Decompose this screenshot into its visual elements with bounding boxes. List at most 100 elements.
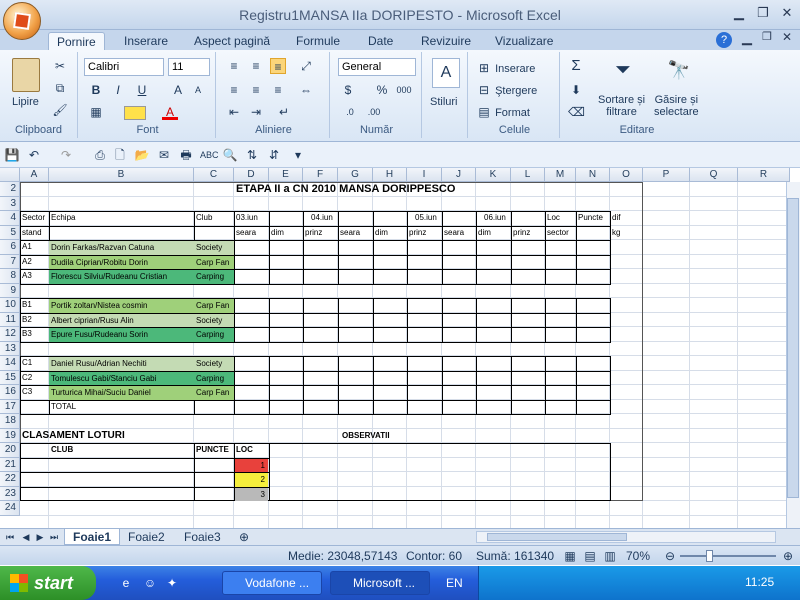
row-header[interactable]: 9	[0, 283, 20, 298]
close-button[interactable]: ✕	[776, 4, 798, 22]
align-top-icon[interactable]: ≡	[226, 58, 242, 74]
row-header[interactable]: 17	[0, 399, 20, 414]
clock[interactable]: 11:25	[745, 575, 774, 589]
tab-vizualizare[interactable]: Vizualizare	[487, 32, 561, 50]
loc-cell[interactable]: 2	[235, 473, 268, 487]
sheet-tab-foaie2[interactable]: Foaie2	[120, 529, 173, 545]
font-color-icon[interactable]: A	[162, 104, 178, 120]
align-bottom-icon[interactable]: ≡	[270, 58, 286, 74]
column-header[interactable]: B	[49, 168, 194, 182]
cut-icon[interactable]: ✂	[52, 58, 68, 74]
row-header[interactable]: 3	[0, 196, 20, 211]
fill-icon[interactable]: ⬇	[568, 82, 584, 98]
copy-icon[interactable]: ⧉	[52, 80, 68, 96]
spelling-icon[interactable]: ABC	[200, 147, 219, 163]
orientation-icon[interactable]: ⤢	[298, 58, 314, 74]
team-cell[interactable]: Florescu Silviu/Rudeanu Cristian	[49, 270, 194, 284]
sheet-tab-foaie1[interactable]: Foaie1	[64, 529, 121, 545]
ie-icon[interactable]: e	[118, 575, 134, 591]
team-cell[interactable]: Dorin Farkas/Razvan Catuna	[49, 241, 194, 255]
office-button[interactable]	[3, 2, 41, 40]
clear-icon[interactable]: ⌫	[568, 104, 585, 120]
team-cell[interactable]: Epure Fusu/Rudeanu Sorin	[49, 328, 194, 342]
column-header[interactable]: R	[738, 168, 790, 182]
bold-icon[interactable]: B	[88, 82, 104, 98]
spreadsheet-grid[interactable]: A B C D E F G H I J K L M N O P Q R 2 3 4 5 6 7 8 9 10 11 12 13 14 15 16…	[0, 168, 800, 528]
styles-button[interactable]: Stiluri	[430, 96, 458, 108]
task-excel[interactable]: Microsoft ...	[330, 571, 430, 595]
maximize-button[interactable]: ❐	[752, 4, 774, 22]
sector-cell[interactable]: C1	[20, 356, 49, 371]
club-cell[interactable]: Carping	[194, 270, 234, 284]
delete-cells-button[interactable]: ⊟ Ştergere	[476, 82, 537, 98]
row-header[interactable]: 6	[0, 240, 20, 255]
team-cell[interactable]: Dudila Ciprian/Robitu Dorin	[49, 255, 194, 269]
autosum-icon[interactable]: Σ	[568, 58, 584, 74]
column-header[interactable]: I	[407, 168, 442, 182]
row-header[interactable]: 18	[0, 414, 20, 429]
underline-icon[interactable]: U	[134, 82, 150, 98]
zoom-level[interactable]: 70%	[626, 549, 650, 563]
row-header[interactable]: 14	[0, 356, 20, 371]
row-header[interactable]: 12	[0, 327, 20, 342]
align-left-icon[interactable]: ≡	[226, 82, 242, 98]
language-indicator[interactable]: EN	[446, 576, 463, 590]
horizontal-scrollbar[interactable]	[476, 531, 776, 543]
tab-date[interactable]: Date	[360, 32, 401, 50]
insert-sheet-icon[interactable]: ⊕	[236, 529, 252, 545]
print-preview-icon[interactable]: ⎙	[92, 147, 108, 163]
sector-cell[interactable]: C3	[20, 385, 49, 400]
row-header[interactable]: 13	[0, 341, 20, 356]
align-center-icon[interactable]: ≡	[248, 82, 264, 98]
row-header[interactable]: 21	[0, 457, 20, 472]
zoom-preview-icon[interactable]: 🔍	[222, 147, 238, 163]
grow-font-icon[interactable]: A	[170, 82, 186, 98]
column-header[interactable]: J	[442, 168, 476, 182]
percent-icon[interactable]: %	[374, 82, 390, 98]
italic-icon[interactable]: I	[110, 82, 126, 98]
undo-icon[interactable]: ↶	[26, 147, 42, 163]
team-cell[interactable]: Albert ciprian/Rusu Alin	[49, 313, 194, 327]
select-all-corner[interactable]	[0, 168, 20, 182]
quicklaunch-icon[interactable]: ✦	[164, 575, 180, 591]
loc-cell[interactable]: 3	[235, 487, 268, 501]
sort-filter-icon[interactable]: ⏷	[610, 60, 636, 88]
borders-icon[interactable]: ▦	[88, 104, 104, 120]
vertical-scroll-thumb[interactable]	[787, 198, 799, 498]
sector-cell[interactable]: B3	[20, 327, 49, 342]
column-header[interactable]: G	[338, 168, 373, 182]
row-header[interactable]: 15	[0, 370, 20, 385]
sort-filter-button[interactable]: Sortare și filtrare	[598, 94, 645, 118]
decrease-indent-icon[interactable]: ⇤	[226, 104, 242, 120]
ribbon-close-button[interactable]: ✕	[782, 30, 792, 44]
sector-cell[interactable]: B1	[20, 298, 49, 313]
club-cell[interactable]: Society	[194, 357, 234, 371]
sort-descending-icon[interactable]: ⇵	[266, 147, 282, 163]
row-header[interactable]: 22	[0, 472, 20, 487]
club-cell[interactable]: Carp Fan	[194, 299, 234, 313]
save-icon[interactable]: 💾	[4, 147, 20, 163]
task-vodafone[interactable]: Vodafone ...	[222, 571, 322, 595]
tab-inserare[interactable]: Inserare	[116, 32, 176, 50]
ribbon-minimize-button[interactable]: ▁	[742, 30, 752, 46]
column-header[interactable]: A	[20, 168, 49, 182]
styles-icon[interactable]: A	[432, 58, 460, 88]
help-icon[interactable]: ?	[716, 32, 732, 48]
column-header[interactable]: C	[194, 168, 234, 182]
column-header[interactable]: N	[576, 168, 610, 182]
first-sheet-icon[interactable]: ⏮	[2, 529, 18, 545]
wrap-text-icon[interactable]: ↵	[276, 104, 292, 120]
column-header[interactable]: D	[234, 168, 269, 182]
zoom-slider-thumb[interactable]	[706, 550, 713, 562]
column-header[interactable]: E	[269, 168, 303, 182]
normal-view-icon[interactable]: ▦	[562, 548, 578, 564]
row-header[interactable]: 11	[0, 312, 20, 327]
tab-pornire[interactable]: Pornire	[48, 32, 105, 50]
loc-cell[interactable]: 1	[235, 458, 268, 472]
sort-ascending-icon[interactable]: ⇅	[244, 147, 260, 163]
zoom-out-icon[interactable]: ⊖	[662, 548, 678, 564]
open-folder-icon[interactable]: 📂	[134, 147, 150, 163]
club-cell[interactable]: Society	[194, 241, 234, 255]
new-document-icon[interactable]: 🗋	[112, 147, 128, 163]
thousands-icon[interactable]: 000	[396, 82, 412, 98]
